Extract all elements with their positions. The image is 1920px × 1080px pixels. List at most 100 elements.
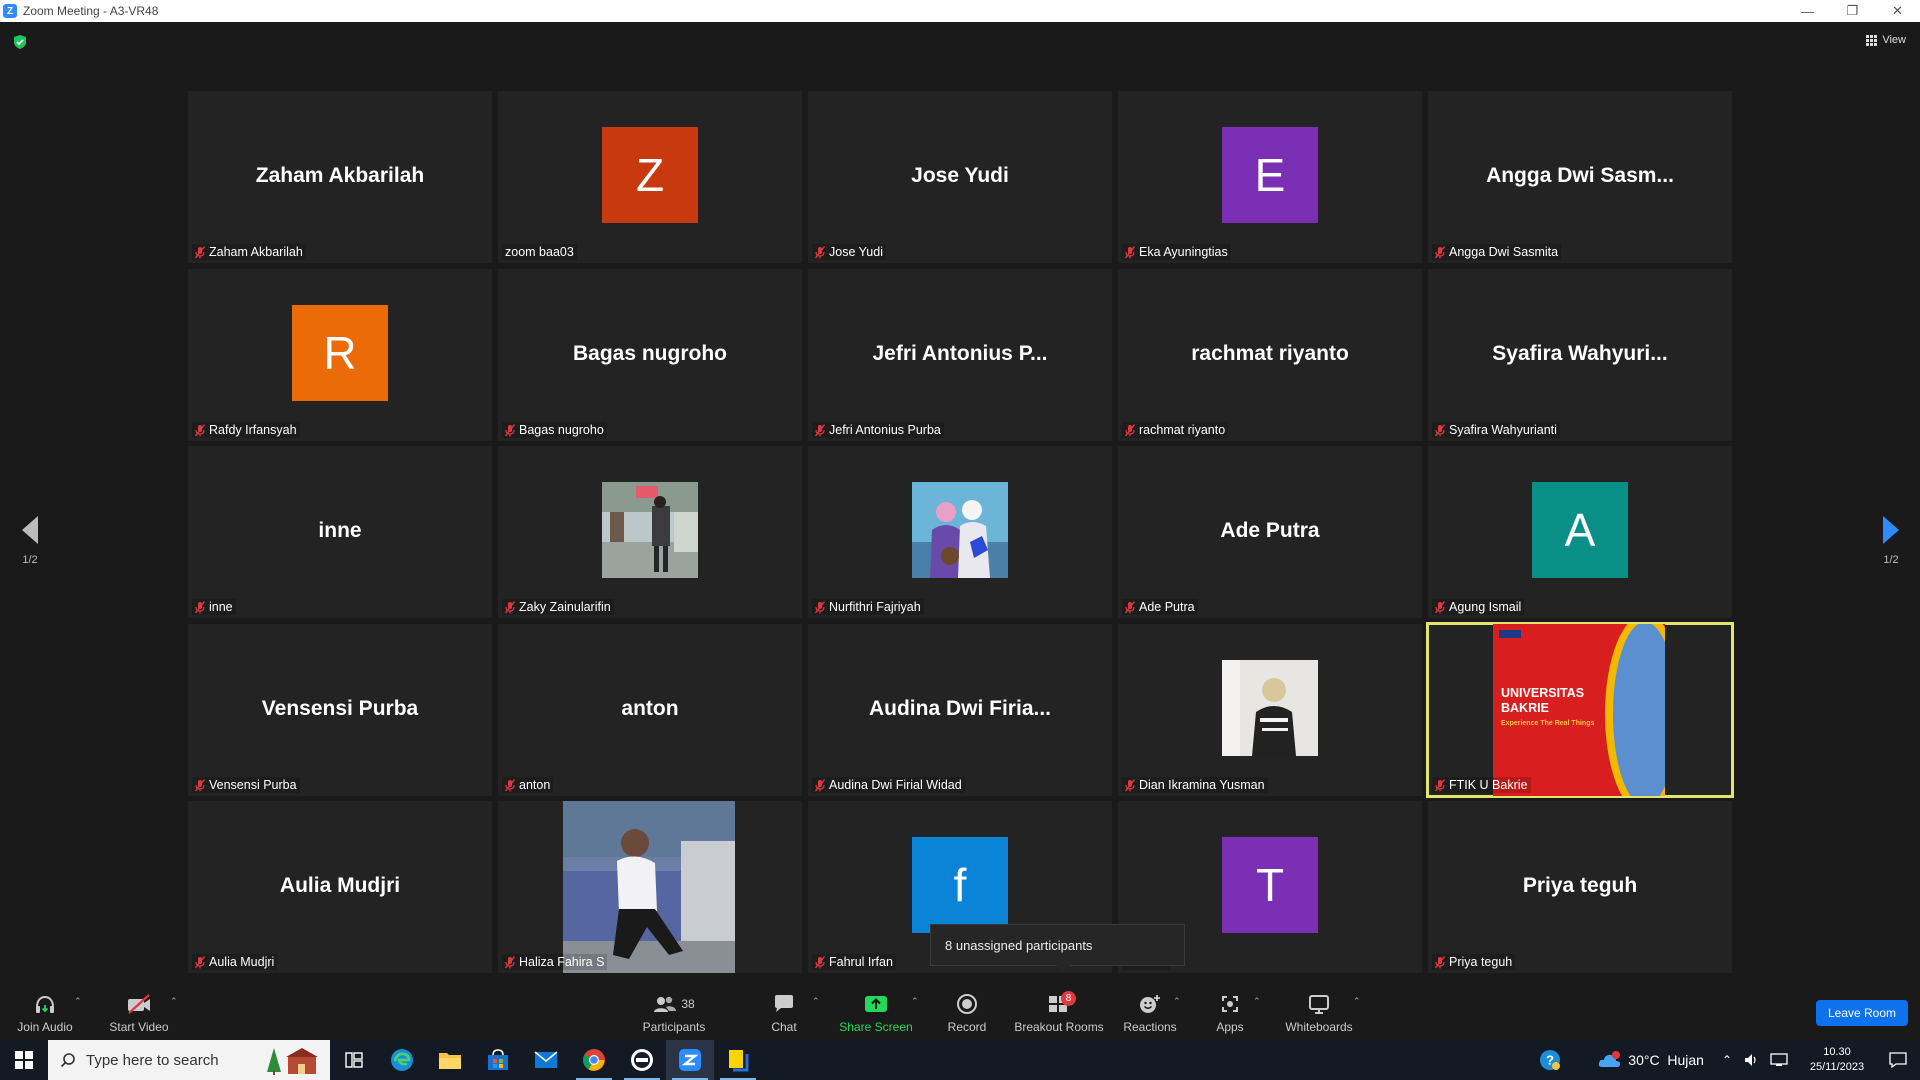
start-video-button[interactable]: Start Video bbox=[104, 984, 174, 1040]
close-button[interactable]: ✕ bbox=[1875, 0, 1920, 22]
taskbar-sticky-notes[interactable] bbox=[714, 1040, 762, 1080]
microphone-muted-icon bbox=[504, 778, 516, 791]
tooltip-text: 8 unassigned participants bbox=[945, 937, 1093, 953]
participant-tile[interactable]: Zzoom baa03 bbox=[498, 91, 802, 263]
previous-page-button[interactable]: 1/2 bbox=[10, 516, 50, 566]
share-options-caret-icon[interactable]: ⌃ bbox=[911, 996, 919, 1007]
video-options-caret-icon[interactable]: ⌃ bbox=[170, 996, 178, 1007]
taskbar-store[interactable] bbox=[474, 1040, 522, 1080]
participant-name: Bagas nugroho bbox=[519, 422, 604, 437]
whiteboards-button[interactable]: Whiteboards bbox=[1282, 984, 1356, 1040]
participant-display-name: Angga Dwi Sasm... bbox=[1486, 163, 1674, 187]
participant-photo bbox=[912, 482, 1008, 578]
taskbar-zoom[interactable] bbox=[666, 1040, 714, 1080]
participant-tile[interactable]: inne inne bbox=[188, 446, 492, 618]
microphone-muted-icon bbox=[194, 601, 206, 614]
taskbar-mail[interactable] bbox=[522, 1040, 570, 1080]
taskbar-chrome[interactable] bbox=[570, 1040, 618, 1080]
share-screen-label: Share Screen bbox=[839, 1019, 913, 1034]
participant-tile[interactable]: Nurfithri Fajriyah bbox=[808, 446, 1112, 618]
windows-start-button[interactable] bbox=[0, 1040, 48, 1080]
microphone-muted-icon bbox=[504, 956, 516, 969]
participant-tile[interactable]: Priya teguh Priya teguh bbox=[1428, 801, 1732, 973]
chat-options-caret-icon[interactable]: ⌃ bbox=[812, 996, 820, 1007]
participant-tile[interactable]: A Agung Ismail bbox=[1428, 446, 1732, 618]
page-indicator-left: 1/2 bbox=[22, 554, 38, 566]
participant-tile[interactable]: UNIVERSITAS BAKRIE Experience The Real Thi… bbox=[1426, 621, 1734, 798]
participant-tile[interactable]: anton anton bbox=[498, 623, 802, 796]
participant-avatar: Z bbox=[602, 127, 698, 223]
participant-tile[interactable]: Audina Dwi Firia... Audina Dwi Firial Wid… bbox=[808, 623, 1112, 796]
slide-title-line2: BAKRIE bbox=[1501, 700, 1549, 715]
participant-tile[interactable]: Syafira Wahyuri... Syafira Wahyurianti bbox=[1428, 268, 1732, 441]
participant-name: inne bbox=[209, 600, 233, 614]
participant-avatar: A bbox=[1532, 482, 1628, 578]
participant-name: Aulia Mudjri bbox=[209, 955, 275, 969]
tray-expand-icon[interactable]: ⌃ bbox=[1722, 1053, 1732, 1067]
minimize-button[interactable]: — bbox=[1785, 0, 1830, 22]
participant-name: Vensensi Purba bbox=[209, 777, 297, 792]
notifications-button[interactable] bbox=[1876, 1040, 1920, 1080]
participant-photo bbox=[1222, 659, 1318, 756]
join-audio-button[interactable]: Join Audio bbox=[12, 984, 78, 1040]
video-off-icon bbox=[125, 991, 153, 1017]
window-title: Zoom Meeting - A3-VR48 bbox=[23, 4, 159, 18]
participant-name-label: Eka Ayuningtias bbox=[1122, 244, 1231, 260]
apps-options-caret-icon[interactable]: ⌃ bbox=[1253, 996, 1261, 1007]
participant-tile[interactable]: Ade Putra Ade Putra bbox=[1118, 446, 1422, 618]
whiteboard-icon bbox=[1307, 991, 1331, 1017]
participant-tile[interactable]: Vensensi Purba Vensensi Purba bbox=[188, 623, 492, 796]
participant-avatar: T bbox=[1222, 837, 1318, 933]
restore-button[interactable]: ❐ bbox=[1830, 0, 1875, 22]
clock[interactable]: 10.30 25/11/2023 bbox=[1798, 1045, 1876, 1075]
participant-tile[interactable]: E Eka Ayuningtias bbox=[1118, 91, 1422, 263]
reactions-options-caret-icon[interactable]: ⌃ bbox=[1173, 996, 1181, 1007]
speaker-icon[interactable] bbox=[1744, 1052, 1760, 1068]
task-view-button[interactable] bbox=[330, 1040, 378, 1080]
microphone-muted-icon bbox=[814, 778, 826, 791]
participant-name: Angga Dwi Sasmita bbox=[1449, 245, 1559, 259]
microphone-muted-icon bbox=[194, 423, 206, 436]
view-button[interactable]: View bbox=[1866, 34, 1906, 46]
taskbar-app-circle[interactable] bbox=[618, 1040, 666, 1080]
participant-tile[interactable]: Dian Ikramina Yusman bbox=[1118, 623, 1422, 796]
reactions-button[interactable]: Reactions bbox=[1122, 984, 1178, 1040]
chat-icon bbox=[773, 991, 795, 1017]
participant-name-label: Ade Putra bbox=[1122, 599, 1198, 615]
taskbar-file-explorer[interactable] bbox=[426, 1040, 474, 1080]
participant-name: anton bbox=[519, 777, 551, 792]
edge-icon bbox=[391, 1049, 413, 1071]
participant-photo bbox=[563, 801, 735, 973]
chat-button[interactable]: Chat bbox=[764, 984, 804, 1040]
participant-tile[interactable]: Zaky Zainularifin bbox=[498, 446, 802, 618]
store-icon bbox=[488, 1049, 508, 1070]
whiteboards-label: Whiteboards bbox=[1285, 1019, 1353, 1034]
share-screen-button[interactable]: Share Screen bbox=[836, 984, 916, 1040]
participant-tile[interactable]: Jefri Antonius P... Jefri Antonius Purba bbox=[808, 268, 1112, 441]
participant-tile[interactable]: Haliza Fahira S bbox=[498, 801, 802, 973]
participant-tile[interactable]: R Rafdy Irfansyah bbox=[188, 268, 492, 441]
leave-room-button[interactable]: Leave Room bbox=[1816, 1000, 1908, 1026]
participants-button[interactable]: 38 Participants bbox=[636, 984, 712, 1040]
participant-tile[interactable]: Bagas nugroho Bagas nugroho bbox=[498, 268, 802, 441]
participant-tile[interactable]: rachmat riyanto rachmat riyanto bbox=[1118, 268, 1422, 441]
participant-tile[interactable]: Jose Yudi Jose Yudi bbox=[808, 91, 1112, 263]
participant-tile[interactable]: Angga Dwi Sasm... Angga Dwi Sasmita bbox=[1428, 91, 1732, 263]
weather-widget[interactable] bbox=[1570, 1050, 1622, 1070]
clock-time: 10.30 bbox=[1823, 1046, 1851, 1058]
whiteboards-options-caret-icon[interactable]: ⌃ bbox=[1353, 996, 1361, 1007]
breakout-rooms-button[interactable]: 8 Breakout Rooms bbox=[1012, 984, 1106, 1040]
microphone-muted-icon bbox=[504, 423, 516, 436]
taskbar-search-box[interactable]: Type here to search bbox=[48, 1040, 330, 1080]
security-shield-icon[interactable] bbox=[12, 34, 28, 50]
participant-tile[interactable]: Zaham Akbarilah Zaham Akbarilah bbox=[188, 91, 492, 263]
tray-help-button[interactable]: ? bbox=[1530, 1040, 1570, 1080]
apps-button[interactable]: Apps bbox=[1210, 984, 1250, 1040]
taskbar-edge[interactable] bbox=[378, 1040, 426, 1080]
next-page-button[interactable]: 1/2 bbox=[1871, 516, 1911, 566]
participant-tile[interactable]: Aulia Mudjri Aulia Mudjri bbox=[188, 801, 492, 973]
record-button[interactable]: Record bbox=[940, 984, 994, 1040]
headphones-icon bbox=[33, 991, 57, 1017]
network-icon[interactable] bbox=[1770, 1052, 1788, 1068]
audio-options-caret-icon[interactable]: ⌃ bbox=[74, 996, 82, 1007]
